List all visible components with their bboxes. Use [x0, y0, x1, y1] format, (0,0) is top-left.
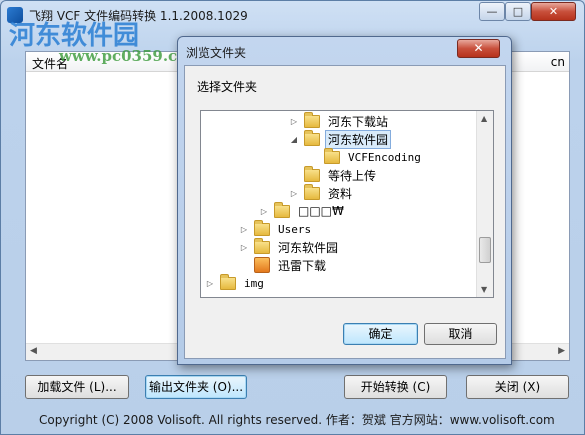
tree-item-label: 资料 [328, 186, 353, 201]
scroll-up-icon[interactable]: ▲ [481, 114, 487, 123]
tree-item[interactable]: VCFEncoding [309, 147, 424, 166]
dialog-title: 浏览文件夹 [186, 46, 247, 60]
folder-icon [324, 147, 340, 164]
cancel-button[interactable]: 取消 [424, 323, 497, 345]
dialog-close-button[interactable]: ✕ [457, 39, 500, 58]
folder-icon [274, 201, 290, 218]
expand-arrow-icon[interactable]: ▷ [289, 117, 299, 126]
load-files-button[interactable]: 加载文件 (L)... [25, 375, 129, 399]
dialog-prompt: 选择文件夹 [197, 80, 258, 94]
copyright-footer: Copyright (C) 2008 Volisoft. All rights … [39, 413, 555, 427]
tree-item-label: 河东软件园 [278, 240, 339, 255]
browse-folder-dialog: 浏览文件夹 ✕ 选择文件夹 ▲ ▼ ▷ 河东下载站 ◢ 河东软件园 VCFEncodin… [177, 36, 512, 365]
tree-item[interactable]: ▷ Users [239, 219, 314, 238]
tree-item[interactable]: ▷ □□□₩ [259, 201, 347, 220]
scroll-down-icon[interactable]: ▼ [481, 285, 487, 294]
tree-item[interactable]: ▷ 资料 [289, 183, 355, 202]
tree-item-label: 河东下载站 [328, 114, 389, 129]
maximize-button[interactable]: □ [505, 2, 531, 21]
folder-icon [304, 165, 320, 182]
tree-item[interactable]: 等待上传 [289, 165, 379, 184]
folder-tree[interactable]: ▲ ▼ ▷ 河东下载站 ◢ 河东软件园 VCFEncoding 等待上传 ▷ 资料 ▷ □□□₩ ▷… [200, 110, 494, 298]
folder-icon [304, 111, 320, 128]
scroll-thumb[interactable] [479, 237, 491, 263]
ok-button[interactable]: 确定 [343, 323, 418, 345]
tree-item-label: 等待上传 [328, 168, 377, 183]
thunder-download-icon [254, 257, 270, 273]
watermark-url: www.pc0359.cn [59, 47, 189, 65]
folder-icon [220, 273, 236, 290]
close-window-button[interactable]: ✕ [531, 2, 576, 21]
tree-item[interactable]: ▷ 河东软件园 [239, 237, 341, 256]
folder-icon [254, 219, 270, 236]
scroll-left-icon[interactable]: ◀ [30, 346, 37, 356]
expand-arrow-icon[interactable]: ▷ [205, 279, 215, 288]
tree-item-label: Users [278, 222, 312, 236]
tree-item-label: □□□₩ [298, 204, 344, 218]
tree-item-label: img [244, 276, 264, 290]
start-convert-button[interactable]: 开始转换 (C) [344, 375, 447, 399]
tree-item-label: 迅雷下载 [278, 258, 327, 273]
expand-arrow-icon[interactable]: ▷ [239, 243, 249, 252]
tree-vertical-scrollbar[interactable]: ▲ ▼ [476, 111, 493, 297]
tree-item[interactable]: ▷ 河东下载站 [289, 111, 391, 130]
tree-item-label: 河东软件园 [325, 129, 392, 149]
dialog-body: 选择文件夹 ▲ ▼ ▷ 河东下载站 ◢ 河东软件园 VCFEncoding 等待上传 ▷ 资料… [184, 65, 506, 359]
folder-icon [304, 183, 320, 200]
folder-icon [254, 237, 270, 254]
tree-item-label: VCFEncoding [348, 150, 421, 164]
folder-icon [304, 129, 320, 146]
expand-arrow-icon[interactable]: ◢ [289, 135, 299, 144]
close-button[interactable]: 关闭 (X) [466, 375, 569, 399]
expand-arrow-icon[interactable]: ▷ [239, 225, 249, 234]
tree-item[interactable]: ▷ img [205, 273, 267, 292]
output-folder-button[interactable]: 输出文件夹 (O)... [145, 375, 247, 399]
expand-arrow-icon[interactable]: ▷ [289, 189, 299, 198]
expand-arrow-icon[interactable]: ▷ [259, 207, 269, 216]
scroll-right-icon[interactable]: ▶ [558, 346, 565, 356]
column-header-extra: cn [550, 55, 565, 69]
tree-item[interactable]: ◢ 河东软件园 [289, 129, 392, 149]
tree-item[interactable]: 迅雷下载 [239, 256, 329, 274]
minimize-button[interactable]: — [479, 2, 505, 21]
